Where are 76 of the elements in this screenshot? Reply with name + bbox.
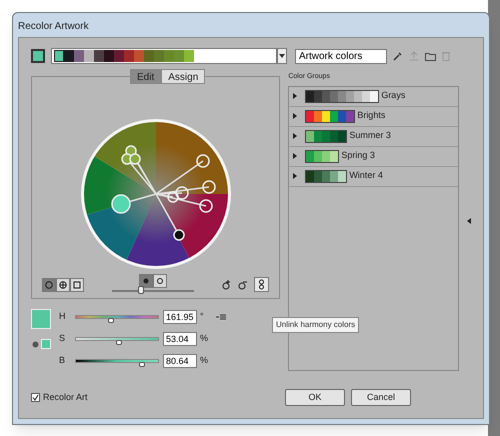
tooltip: Unlink harmony colors	[272, 317, 360, 333]
web-safe-swatch[interactable]	[40, 339, 50, 349]
color-group-row[interactable]: Winter 4	[289, 166, 458, 186]
expand-arrow-icon[interactable]	[293, 133, 298, 139]
artwork-color-strip[interactable]	[51, 48, 277, 64]
folder-icon[interactable]	[425, 52, 436, 60]
active-color-swatch	[31, 309, 51, 329]
color-wheel[interactable]	[78, 117, 233, 271]
tab[interactable]: Edit	[130, 69, 162, 84]
value-field[interactable]: 80.64	[163, 354, 197, 368]
dialog-button[interactable]: Cancel	[351, 389, 411, 406]
group-name: Grays	[381, 89, 406, 102]
group-name: Brights	[357, 109, 386, 122]
slider-label: S	[59, 332, 66, 345]
color-swatch[interactable]	[154, 50, 164, 62]
color-swatch[interactable]	[174, 50, 184, 62]
color-swatch[interactable]	[124, 50, 134, 62]
color-swatch[interactable]	[134, 50, 144, 62]
dialog-button[interactable]: OK	[285, 389, 345, 406]
value-field[interactable]: 161.95	[163, 310, 197, 324]
color-group-row[interactable]: Grays	[289, 86, 458, 106]
slider-label: B	[59, 354, 66, 367]
color-group-row[interactable]: Summer 3	[289, 126, 458, 146]
checkbox[interactable]	[31, 393, 40, 402]
check-icon	[32, 394, 39, 401]
tab[interactable]: Assign	[161, 69, 206, 84]
expand-arrow-icon[interactable]	[293, 113, 298, 119]
slider-thumb[interactable]	[116, 340, 122, 344]
group-name: Spring 3	[341, 149, 375, 162]
unit-label: %	[200, 332, 208, 345]
segmented-wheel-icon	[59, 281, 67, 289]
group-name-field[interactable]: Artwork colors	[295, 48, 387, 64]
caret-icon	[279, 54, 285, 58]
color-swatch[interactable]	[144, 50, 154, 62]
filled-circle-icon	[142, 277, 150, 285]
wheel-mode-button[interactable]	[70, 278, 84, 292]
group-name: Summer 3	[349, 129, 391, 142]
collapse-arrow-icon[interactable]	[467, 218, 471, 224]
color-swatch[interactable]	[54, 50, 64, 62]
wheel-display-button[interactable]	[153, 274, 168, 288]
eyedropper-icon[interactable]	[393, 51, 403, 61]
group-name: Winter 4	[349, 169, 383, 182]
color-swatch[interactable]	[104, 50, 114, 62]
color-swatch[interactable]	[64, 50, 74, 62]
square-icon	[73, 281, 81, 289]
value-field[interactable]: 53.04	[163, 332, 197, 346]
color-swatch[interactable]	[74, 50, 84, 62]
circle-icon	[45, 281, 53, 289]
window-title: Recolor Artwork	[17, 20, 90, 34]
expand-arrow-icon[interactable]	[293, 153, 298, 159]
dropdown-button[interactable]	[277, 48, 287, 64]
menu-icon[interactable]	[216, 314, 226, 320]
expand-arrow-icon[interactable]	[293, 93, 298, 99]
unit-label: °	[200, 310, 204, 323]
link-harmony-button[interactable]	[254, 277, 270, 292]
color-group-row[interactable]: Brights	[289, 106, 458, 126]
color-swatch[interactable]	[184, 50, 194, 62]
slider-thumb[interactable]	[138, 286, 144, 294]
slider-label: H	[59, 310, 66, 323]
color-group-row[interactable]: Spring 3	[289, 146, 458, 166]
circle-icon	[156, 277, 164, 285]
cube-icon[interactable]	[32, 340, 38, 348]
current-color-swatch[interactable]	[31, 49, 45, 63]
add-color-icon[interactable]	[222, 279, 232, 290]
slider-thumb[interactable]	[138, 362, 145, 366]
slider-thumb[interactable]	[108, 318, 114, 322]
color-swatch[interactable]	[94, 50, 104, 62]
unit-label: %	[200, 354, 208, 367]
checkbox-label: Recolor Art	[43, 390, 88, 404]
link-icon	[258, 279, 266, 290]
remove-color-icon[interactable]	[238, 279, 248, 290]
color-swatch[interactable]	[164, 50, 174, 62]
color-swatch[interactable]	[84, 50, 94, 62]
wheel-mode-button[interactable]	[56, 278, 70, 292]
color-swatch[interactable]	[114, 50, 124, 62]
expand-arrow-icon[interactable]	[293, 173, 298, 179]
